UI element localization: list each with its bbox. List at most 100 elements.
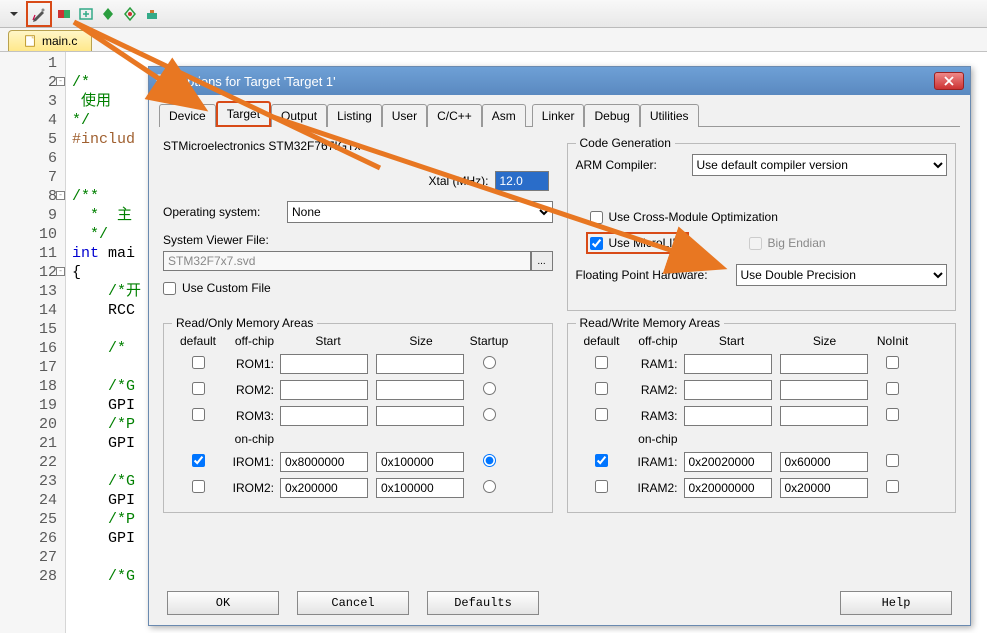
mem-startup-radio[interactable]	[483, 356, 496, 369]
mem-start-input[interactable]	[280, 354, 368, 374]
mem-noinit-check[interactable]	[886, 356, 899, 369]
tab-device[interactable]: Device	[159, 104, 216, 127]
tab-debug[interactable]: Debug	[584, 104, 639, 127]
codegen-group: Code Generation ARM Compiler: Use defaul…	[567, 143, 957, 311]
mem-startup-radio[interactable]	[483, 408, 496, 421]
mem-size-input[interactable]	[780, 478, 868, 498]
tab-c-cpp[interactable]: C/C++	[427, 104, 482, 127]
microlib-check[interactable]: Use MicroLIB	[590, 236, 681, 250]
mem-size-input[interactable]	[376, 380, 464, 400]
mem-default-check[interactable]	[595, 454, 608, 467]
mem-startup-radio[interactable]	[483, 382, 496, 395]
mem-size-input[interactable]	[780, 452, 868, 472]
mem-start-input[interactable]	[684, 354, 772, 374]
mem-start-input[interactable]	[280, 406, 368, 426]
mem-start-input[interactable]	[280, 380, 368, 400]
dialog-titlebar: Options for Target 'Target 1'	[149, 67, 970, 95]
mem-startup-radio[interactable]	[483, 480, 496, 493]
line-number-gutter: 12-345678-9101112-1314151617181920212223…	[0, 52, 66, 633]
tab-linker[interactable]: Linker	[532, 104, 585, 127]
mem-default-check[interactable]	[595, 356, 608, 369]
rwmem-group: Read/Write Memory Areas default off-chip…	[567, 323, 957, 513]
main-toolbar	[0, 0, 987, 28]
close-button[interactable]	[934, 72, 964, 90]
os-select[interactable]: None	[287, 201, 553, 223]
cross-opt-check[interactable]: Use Cross-Module Optimization	[590, 210, 948, 224]
svf-input	[163, 251, 531, 271]
mem-default-check[interactable]	[192, 356, 205, 369]
xtal-input[interactable]	[495, 171, 549, 191]
tool4-button[interactable]	[76, 4, 96, 24]
os-label: Operating system:	[163, 205, 287, 219]
mem-size-input[interactable]	[780, 380, 868, 400]
options-tabs: Device Target Output Listing User C/C++ …	[159, 101, 960, 127]
romem-legend: Read/Only Memory Areas	[172, 316, 317, 330]
ok-button[interactable]: OK	[167, 591, 279, 615]
mem-default-check[interactable]	[595, 408, 608, 421]
mem-startup-radio[interactable]	[483, 454, 496, 467]
tab-listing[interactable]: Listing	[327, 104, 382, 127]
mem-default-check[interactable]	[595, 480, 608, 493]
close-icon	[944, 76, 954, 86]
tab-target[interactable]: Target	[216, 101, 271, 127]
mem-start-input[interactable]	[280, 452, 368, 472]
file-tab-row: main.c	[0, 28, 987, 52]
mem-start-input[interactable]	[684, 406, 772, 426]
mem-row: RAM2:	[576, 380, 948, 400]
mem-default-check[interactable]	[192, 454, 205, 467]
microlib-highlight: Use MicroLIB	[586, 232, 689, 254]
svf-label: System Viewer File:	[163, 233, 553, 247]
defaults-button[interactable]: Defaults	[427, 591, 539, 615]
file-tab-main-c[interactable]: main.c	[8, 30, 92, 51]
mem-row: RAM3:	[576, 406, 948, 426]
dialog-icon	[155, 73, 171, 89]
mem-noinit-check[interactable]	[886, 382, 899, 395]
options-button[interactable]	[29, 4, 49, 24]
tool5-button[interactable]	[98, 4, 118, 24]
tool3-button[interactable]	[54, 4, 74, 24]
mem-row: ROM2:	[172, 380, 544, 400]
mem-start-input[interactable]	[684, 452, 772, 472]
mem-noinit-check[interactable]	[886, 480, 899, 493]
cancel-button[interactable]: Cancel	[297, 591, 409, 615]
mem-start-input[interactable]	[280, 478, 368, 498]
tab-asm[interactable]: Asm	[482, 104, 526, 127]
mem-start-input[interactable]	[684, 478, 772, 498]
dialog-button-row: OK Cancel Defaults Help	[149, 591, 970, 615]
tab-output[interactable]: Output	[271, 104, 327, 127]
fp-select[interactable]: Use Double Precision	[736, 264, 948, 286]
mem-row: IROM2:	[172, 478, 544, 498]
mem-default-check[interactable]	[595, 382, 608, 395]
mem-noinit-check[interactable]	[886, 408, 899, 421]
mem-size-input[interactable]	[376, 452, 464, 472]
dialog-title: Options for Target 'Target 1'	[177, 74, 934, 89]
mem-row: ROM3:	[172, 406, 544, 426]
mem-start-input[interactable]	[684, 380, 772, 400]
arm-compiler-select[interactable]: Use default compiler version	[692, 154, 948, 176]
mem-default-check[interactable]	[192, 480, 205, 493]
mem-noinit-check[interactable]	[886, 454, 899, 467]
tab-user[interactable]: User	[382, 104, 427, 127]
dropdown-button[interactable]	[4, 4, 24, 24]
mem-size-input[interactable]	[376, 406, 464, 426]
chip-label: STMicroelectronics STM32F767IGTx	[163, 139, 553, 153]
mem-size-input[interactable]	[376, 354, 464, 374]
mem-size-input[interactable]	[780, 354, 868, 374]
svf-browse-button[interactable]: ...	[531, 251, 553, 271]
tool6-button[interactable]	[120, 4, 140, 24]
tab-utilities[interactable]: Utilities	[640, 104, 699, 127]
mem-row: IRAM2:	[576, 478, 948, 498]
mem-row: ROM1:	[172, 354, 544, 374]
mem-default-check[interactable]	[192, 408, 205, 421]
mem-size-input[interactable]	[780, 406, 868, 426]
romem-group: Read/Only Memory Areas default off-chip …	[163, 323, 553, 513]
mem-default-check[interactable]	[192, 382, 205, 395]
fp-label: Floating Point Hardware:	[576, 268, 736, 282]
tool7-button[interactable]	[142, 4, 162, 24]
options-dialog: Options for Target 'Target 1' Device Tar…	[148, 66, 971, 626]
mem-row: RAM1:	[576, 354, 948, 374]
help-button[interactable]: Help	[840, 591, 952, 615]
use-custom-file-check[interactable]: Use Custom File	[163, 281, 553, 295]
file-tab-label: main.c	[42, 34, 77, 48]
mem-size-input[interactable]	[376, 478, 464, 498]
